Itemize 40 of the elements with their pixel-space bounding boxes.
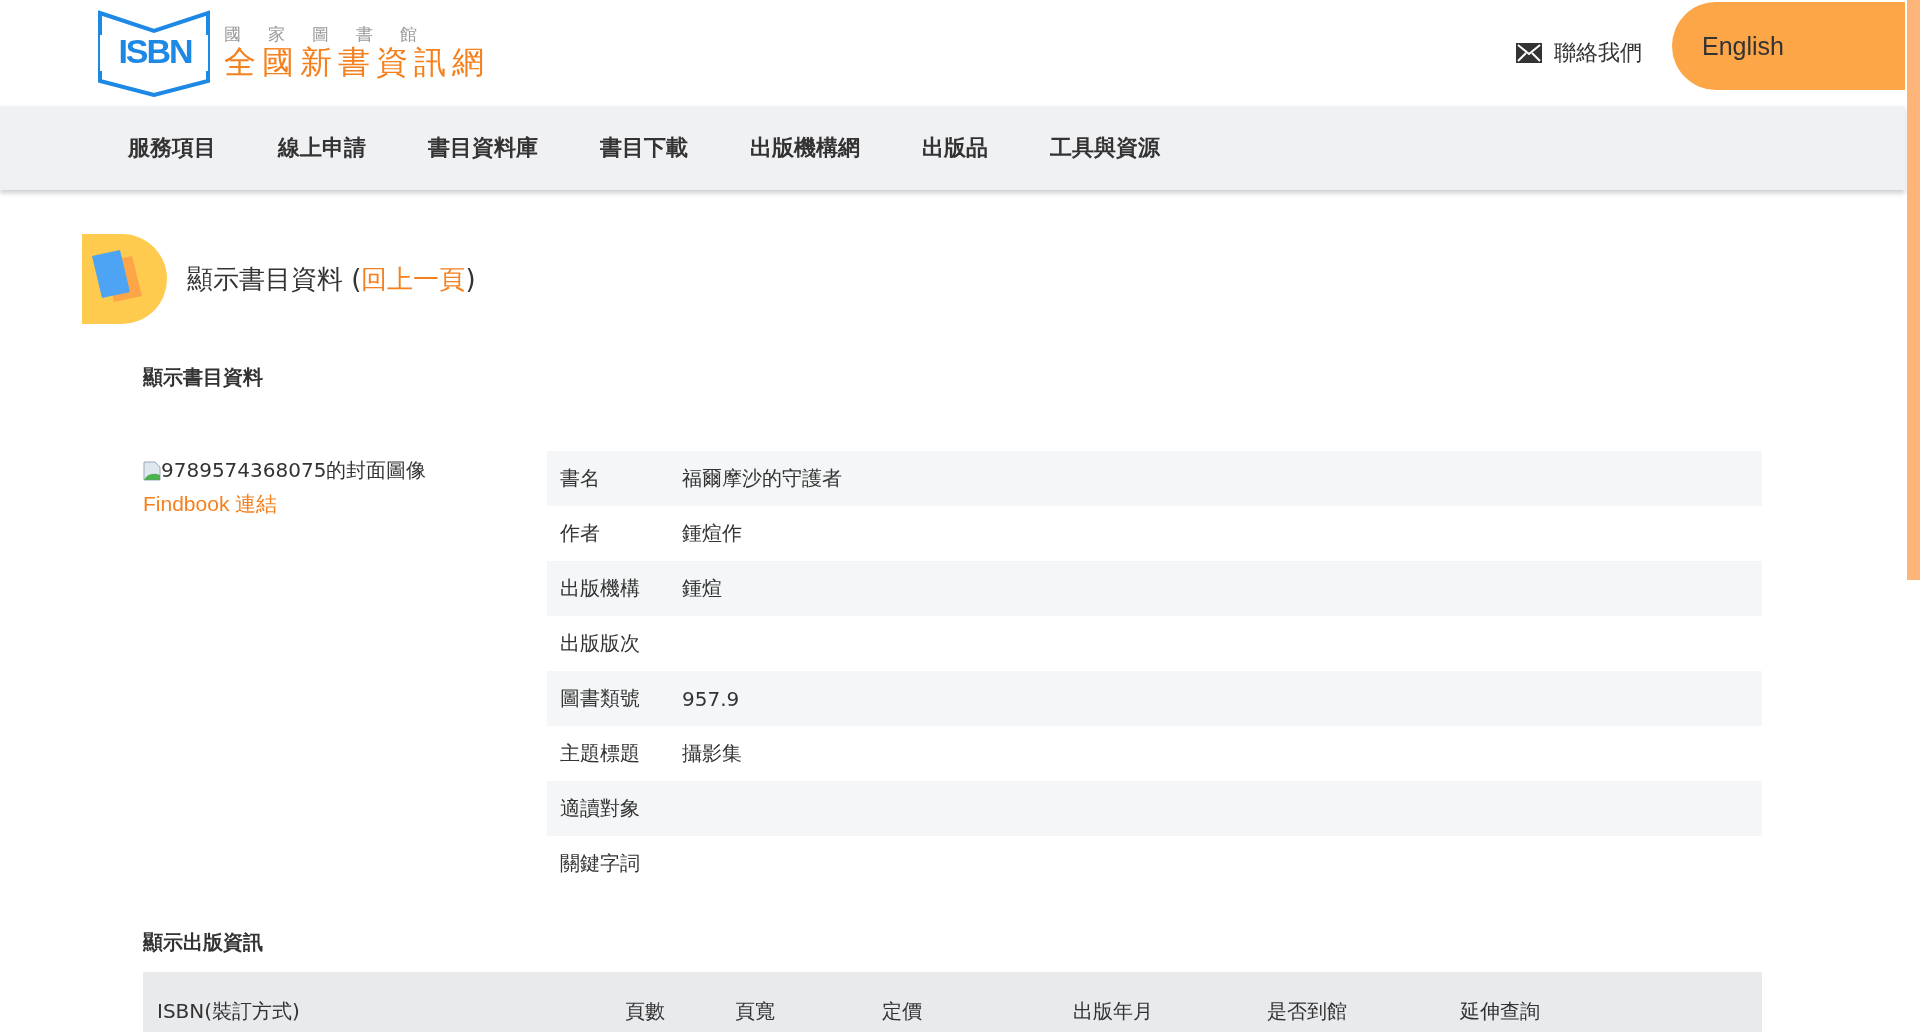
field-value: 攝影集 [682, 740, 742, 767]
logo-mark: ISBN [117, 34, 193, 68]
column-header: 延伸查詢 [1460, 998, 1540, 1025]
broken-image-icon [143, 460, 161, 481]
scroll-bar[interactable] [1907, 0, 1920, 580]
field-value: 957.9 [682, 686, 740, 711]
field-label: 作者 [559, 520, 601, 547]
logo-subtitle: 國家圖書館 [224, 25, 445, 43]
nav-item[interactable]: 服務項目 [128, 133, 216, 163]
nav-item[interactable]: 書目資料庫 [428, 133, 538, 163]
column-header: 頁寬 [735, 998, 775, 1025]
logo-title: 全國新書資訊網 [224, 44, 490, 81]
field-label: 適讀對象 [559, 795, 641, 822]
field-value: 鍾煊 [682, 575, 722, 602]
field-label: 出版版次 [559, 630, 641, 657]
page-title: 顯示書目資料 (回上一頁) [187, 262, 476, 296]
nav-item[interactable]: 工具與資源 [1050, 133, 1160, 163]
section-heading: 顯示書目資料 [143, 364, 264, 391]
nav-item[interactable]: 書目下載 [600, 133, 688, 163]
field-value: 鍾煊作 [682, 520, 742, 547]
book-icon [82, 234, 167, 324]
column-header: 定價 [882, 998, 922, 1025]
language-button[interactable]: English [1672, 2, 1905, 90]
section-heading: 顯示出版資訊 [143, 929, 264, 956]
cover-image-alt-text: 9789574368075的封面圖像 [143, 457, 547, 484]
field-label: 圖書類號 [559, 685, 641, 712]
column-header: 頁數 [625, 998, 665, 1025]
field-label: 關鍵字詞 [559, 850, 641, 877]
nav-item[interactable]: 出版機構網 [750, 133, 860, 163]
field-label: 主題標題 [559, 740, 641, 767]
contact-link[interactable]: 聯絡我們 [1516, 38, 1642, 68]
field-value: 福爾摩沙的守護者 [682, 465, 842, 492]
mail-icon [1516, 43, 1542, 63]
nav-item[interactable]: 出版品 [922, 133, 988, 163]
column-header: ISBN(裝訂方式) [157, 998, 300, 1025]
field-label: 出版機構 [559, 575, 641, 602]
column-header: 是否到館 [1267, 998, 1347, 1025]
column-header: 出版年月 [1073, 998, 1153, 1025]
field-label: 書名 [559, 465, 601, 492]
nav-item[interactable]: 線上申請 [278, 133, 366, 163]
